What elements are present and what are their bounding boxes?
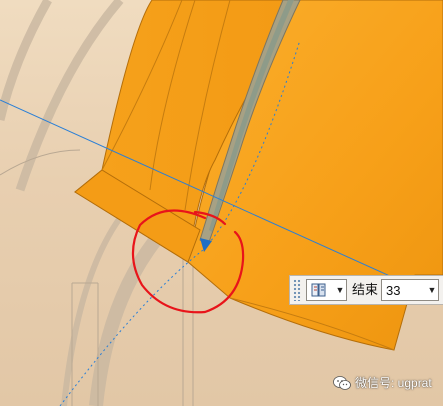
end-label: 结束 (352, 282, 379, 297)
end-limit-toolbar: ▼ 结束 33 ▼ (289, 275, 443, 305)
book-icon (311, 282, 327, 298)
chevron-down-icon[interactable]: ▼ (335, 285, 345, 295)
limit-type-selector[interactable]: ▼ (306, 279, 347, 301)
watermark: 微信号: ugprat (333, 374, 432, 391)
end-value-input[interactable]: 33 ▼ (381, 279, 440, 301)
chevron-down-icon[interactable]: ▼ (426, 285, 438, 295)
cad-scene[interactable] (0, 0, 443, 406)
wechat-icon (333, 375, 351, 391)
watermark-text: 微信号: ugprat (355, 376, 432, 390)
toolbar-grip-handle[interactable] (293, 279, 301, 301)
cad-viewport[interactable]: ▼ 结束 33 ▼ 微信号: ugprat (0, 0, 443, 406)
end-value-text: 33 (386, 282, 401, 298)
